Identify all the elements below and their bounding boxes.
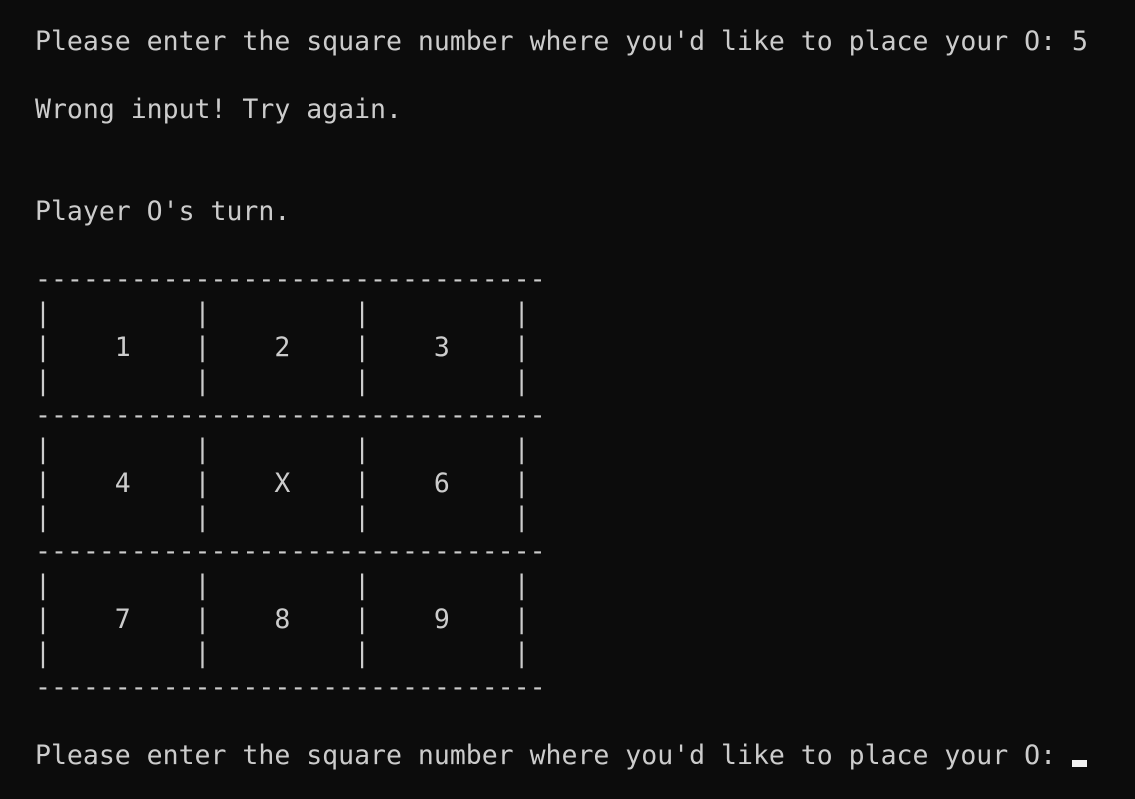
board-border-line: --------------------------------: [35, 536, 546, 567]
board-row-line: | 1 | 2 | 3 |: [35, 332, 530, 363]
current-prompt: Please enter the square number where you…: [35, 740, 1057, 771]
terminal-window[interactable]: Please enter the square number where you…: [0, 0, 1135, 799]
board-row-line: | | | |: [35, 434, 530, 465]
board-row-line: | | | |: [35, 502, 530, 533]
input-line[interactable]: Please enter the square number where you…: [35, 739, 1088, 773]
board-border-line: --------------------------------: [35, 264, 546, 295]
text-cursor: [1072, 760, 1088, 767]
turn-message: Player O's turn.: [35, 196, 291, 227]
error-message: Wrong input! Try again.: [35, 94, 402, 125]
board-row-line: | | | |: [35, 638, 530, 669]
board-border-line: --------------------------------: [35, 400, 546, 431]
board-row-line: | | | |: [35, 366, 530, 397]
board-row-line: | | | |: [35, 298, 530, 329]
board-border-line: --------------------------------: [35, 672, 546, 703]
previous-prompt: Please enter the square number where you…: [35, 26, 1088, 57]
board-row-line: | 4 | X | 6 |: [35, 468, 530, 499]
board-row-line: | 7 | 8 | 9 |: [35, 604, 530, 635]
board-row-line: | | | |: [35, 570, 530, 601]
